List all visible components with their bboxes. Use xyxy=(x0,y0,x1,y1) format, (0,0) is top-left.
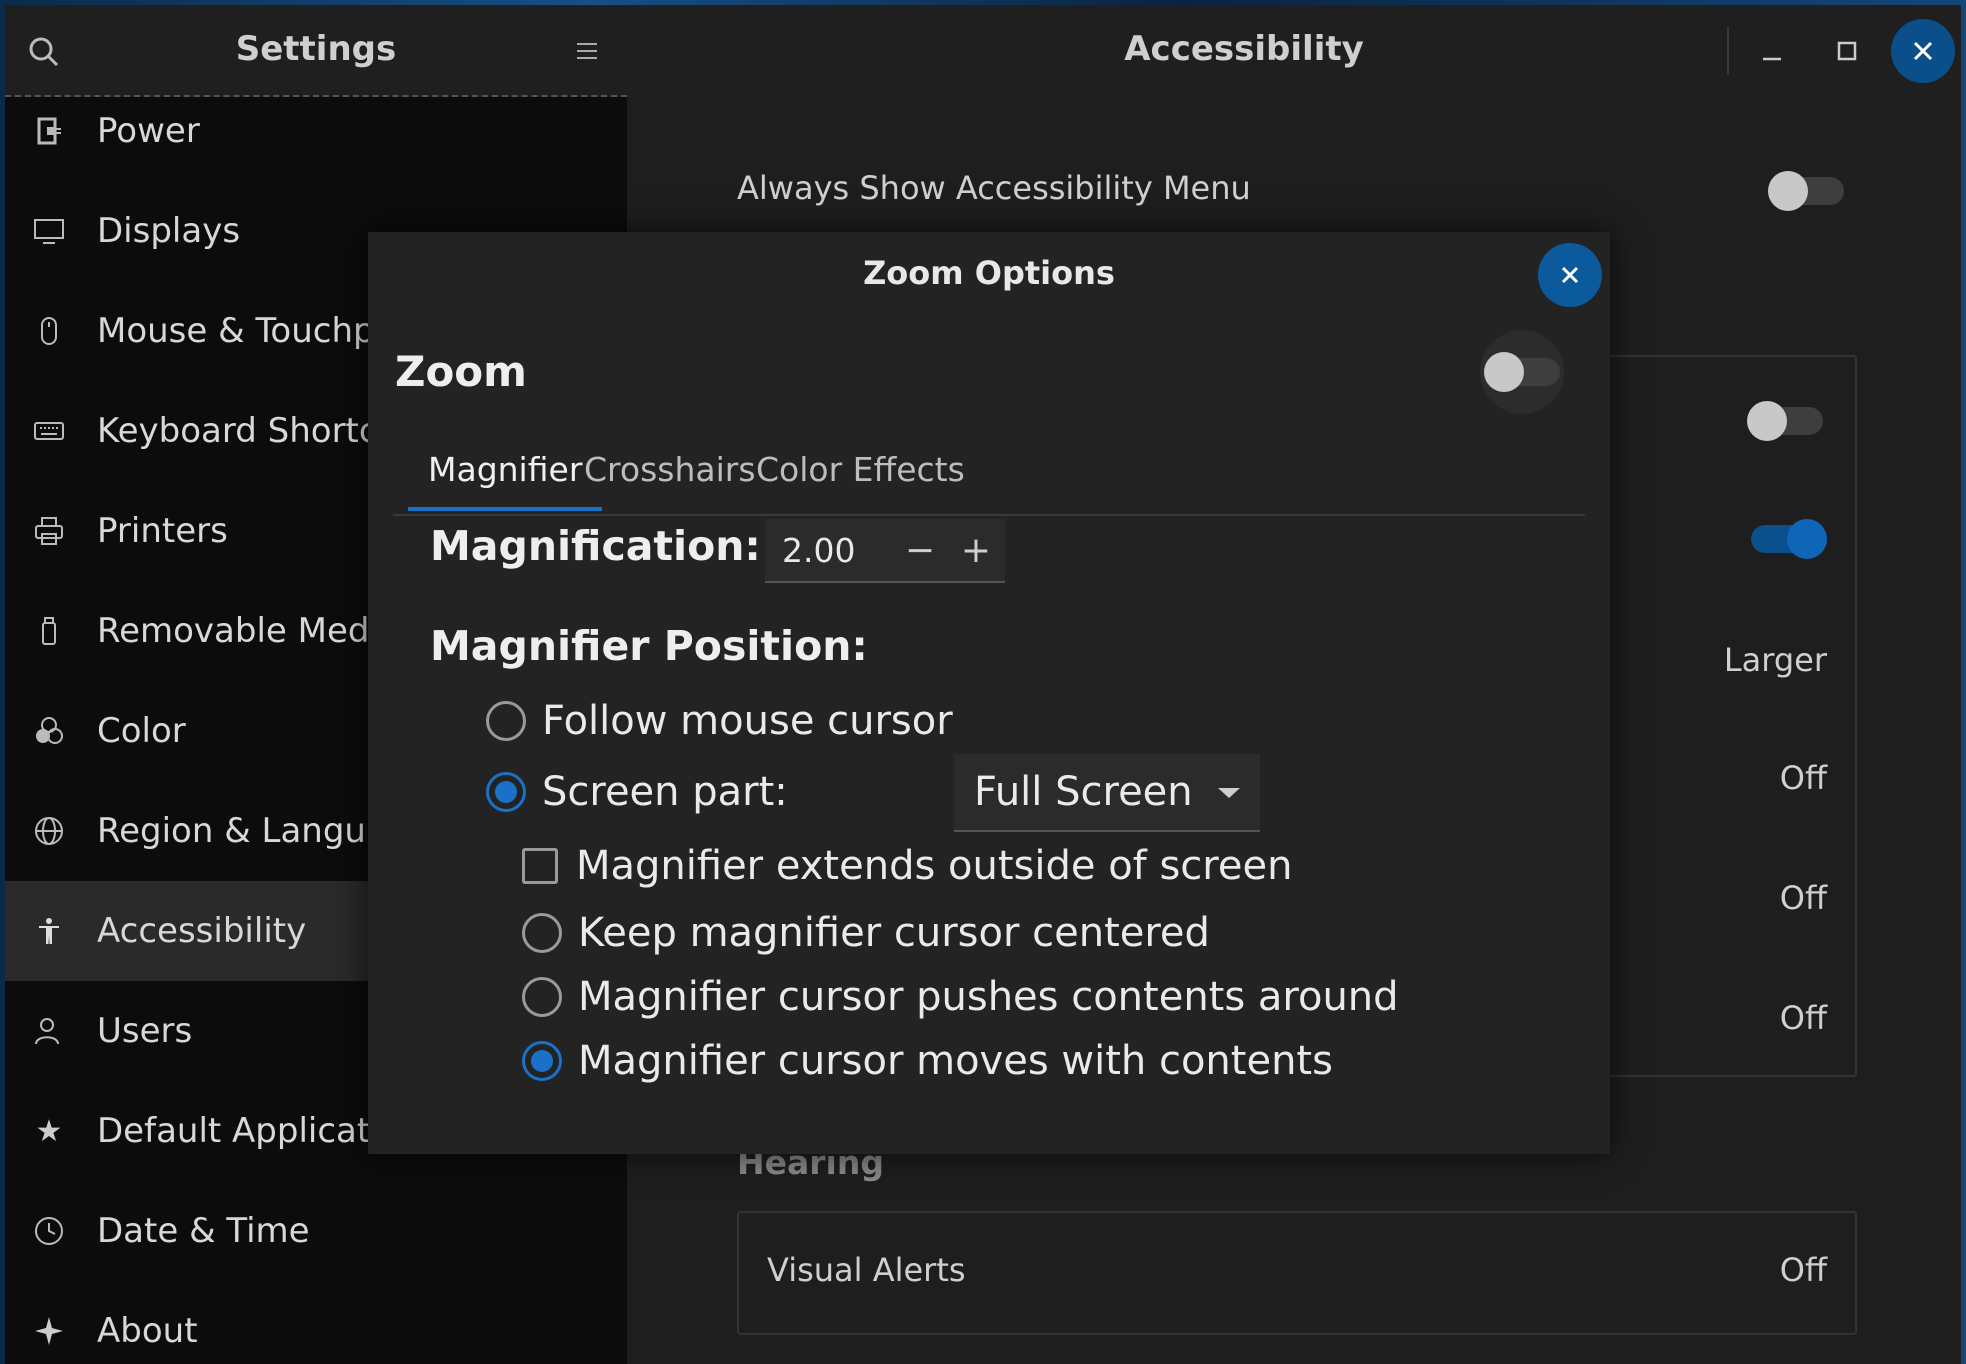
zoom-switch-focus-ring xyxy=(1480,330,1564,414)
visual-alerts-label: Visual Alerts xyxy=(767,1251,966,1289)
maximize-icon xyxy=(1837,41,1857,61)
printer-icon xyxy=(31,513,67,549)
extends-outside-option[interactable]: Magnifier extends outside of screen xyxy=(522,843,1292,889)
sidebar-item-about[interactable]: About xyxy=(5,1281,627,1364)
sidebar-item-label: Keyboard Shortcu xyxy=(97,411,400,451)
sidebar-item-label: Date & Time xyxy=(97,1211,310,1251)
dialog-title: Zoom Options xyxy=(863,254,1115,292)
extends-outside-label: Magnifier extends outside of screen xyxy=(576,843,1293,889)
seeing-switch-1[interactable] xyxy=(1747,401,1823,441)
sidebar-item-label: Mouse & Touchpa xyxy=(97,311,396,351)
maximize-button[interactable] xyxy=(1815,19,1879,83)
close-icon xyxy=(1561,266,1579,284)
globe-icon xyxy=(31,813,67,849)
sidebar-item-power[interactable]: Power xyxy=(5,81,627,181)
clock-icon xyxy=(31,1213,67,1249)
magnification-label: Magnification: xyxy=(430,522,761,570)
screen-part-radio[interactable] xyxy=(486,772,526,812)
sidebar-item-label: Users xyxy=(97,1011,193,1051)
star-icon: ★ xyxy=(35,1113,63,1149)
decrement-button[interactable]: − xyxy=(892,530,948,571)
minimize-icon xyxy=(1763,57,1781,61)
close-icon xyxy=(1913,41,1933,61)
extends-outside-checkbox[interactable] xyxy=(522,848,558,884)
usb-drive-icon xyxy=(31,613,67,649)
sidebar-item-label: Printers xyxy=(97,511,228,551)
accessibility-person-icon xyxy=(31,913,67,949)
moves-with-contents-label: Magnifier cursor moves with contents xyxy=(578,1038,1333,1084)
keep-centered-label: Keep magnifier cursor centered xyxy=(578,910,1210,956)
screen-part-selected: Full Screen xyxy=(974,769,1193,815)
follow-mouse-label: Follow mouse cursor xyxy=(542,698,953,744)
minimize-button[interactable] xyxy=(1740,19,1804,83)
mouse-icon xyxy=(31,313,67,349)
power-plug-icon xyxy=(31,113,67,149)
magnification-value[interactable]: 2.00 xyxy=(782,531,892,570)
window-close-button[interactable] xyxy=(1891,19,1955,83)
header-separator xyxy=(1727,27,1729,75)
pushes-contents-radio[interactable] xyxy=(522,977,562,1017)
settings-window: Settings Power Displays Mouse & Touchpa … xyxy=(5,5,1961,1364)
always-show-menu-switch[interactable] xyxy=(1768,171,1844,211)
seeing-value-off-3: Off xyxy=(1779,999,1827,1037)
moves-with-contents-option[interactable]: Magnifier cursor moves with contents xyxy=(522,1038,1333,1084)
zoom-options-dialog: Zoom Options Zoom Magnifier Crosshairs C… xyxy=(368,232,1610,1154)
zoom-tabs: Magnifier Crosshairs Color Effects xyxy=(393,432,1585,516)
increment-button[interactable]: + xyxy=(948,530,1004,571)
tab-color-effects[interactable]: Color Effects xyxy=(736,450,985,507)
zoom-label: Zoom xyxy=(395,347,527,396)
always-show-menu-label: Always Show Accessibility Menu xyxy=(737,169,1251,207)
zoom-switch[interactable] xyxy=(1484,352,1560,392)
dialog-close-button[interactable] xyxy=(1538,243,1602,307)
visual-alerts-value: Off xyxy=(1779,1251,1827,1289)
follow-mouse-option[interactable]: Follow mouse cursor xyxy=(486,698,953,744)
sidebar-item-label: Region & Languag xyxy=(97,811,409,851)
screen-part-label: Screen part: xyxy=(542,769,788,815)
follow-mouse-radio[interactable] xyxy=(486,701,526,741)
screen-part-option[interactable]: Screen part: xyxy=(486,769,788,815)
sidebar-item-label: Power xyxy=(97,111,200,151)
magnification-spinbutton[interactable]: 2.00 − + xyxy=(765,519,1005,583)
display-icon xyxy=(31,213,67,249)
seeing-value-off-2: Off xyxy=(1779,879,1827,917)
screen-part-dropdown[interactable]: Full Screen xyxy=(954,754,1260,832)
keyboard-icon xyxy=(31,413,67,449)
color-circles-icon xyxy=(31,713,67,749)
sidebar-item-label: About xyxy=(97,1311,198,1351)
sidebar-item-label: Removable Media xyxy=(97,611,400,651)
visual-alerts-row[interactable]: Visual Alerts Off xyxy=(737,1211,1857,1335)
sidebar-item-label: Accessibility xyxy=(97,911,307,951)
magnifier-position-label: Magnifier Position: xyxy=(430,622,868,670)
dropdown-caret-icon xyxy=(1218,788,1240,798)
keep-centered-radio[interactable] xyxy=(522,913,562,953)
sidebar-item-label: Displays xyxy=(97,211,241,251)
sidebar-item-date-time[interactable]: Date & Time xyxy=(5,1181,627,1281)
users-icon xyxy=(31,1013,67,1049)
sidebar-item-label: Default Applicatio xyxy=(97,1111,401,1151)
sidebar-item-label: Color xyxy=(97,711,186,751)
sidebar-title: Settings xyxy=(235,29,397,69)
seeing-value-larger: Larger xyxy=(1723,641,1827,679)
seeing-switch-2[interactable] xyxy=(1751,519,1827,559)
keep-centered-option[interactable]: Keep magnifier cursor centered xyxy=(522,910,1210,956)
pushes-contents-option[interactable]: Magnifier cursor pushes contents around xyxy=(522,974,1399,1020)
sparkle-icon xyxy=(31,1313,67,1349)
moves-with-contents-radio[interactable] xyxy=(522,1041,562,1081)
pushes-contents-label: Magnifier cursor pushes contents around xyxy=(578,974,1399,1020)
hamburger-menu-icon[interactable] xyxy=(573,37,601,65)
seeing-value-off-1: Off xyxy=(1779,759,1827,797)
